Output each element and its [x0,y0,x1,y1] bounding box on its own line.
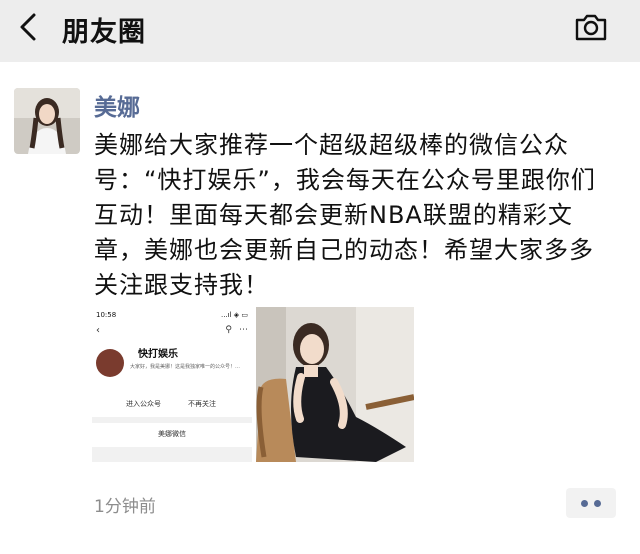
moment-post-card: 美娜 美娜给大家推荐一个超级超级棒的微信公众号：“快打娱乐”，我会每天在公众号里… [0,62,640,554]
mini-search-icon: ⚲ [225,325,232,335]
mini-account-name: 快打娱乐 [138,349,178,360]
post-text: 美娜给大家推荐一个超级超级棒的微信公众号：“快打娱乐”，我会每天在公众号里跟你们… [94,131,596,299]
mini-account-avatar [96,349,124,377]
camera-icon[interactable] [574,12,608,42]
mini-account-description: 大家好，我是美娜！这是我独家唯一的公众号！… [130,364,241,370]
page-title: 朋友圈 [62,17,146,48]
mini-divider [92,447,252,462]
mini-wechat-label: 美娜微信 [158,430,186,438]
post-image-photo[interactable] [256,307,414,462]
mini-enter-button: 进入公众号 [126,400,161,408]
mini-status-icons: ...ıl ◈ ▭ [220,311,248,319]
mini-unfollow-button: 不再关注 [188,400,216,408]
mini-divider [92,417,252,423]
more-actions-button[interactable] [566,488,616,518]
back-arrow-icon[interactable] [14,10,44,44]
mini-status-time: 10:58 [96,311,117,319]
post-image-screenshot[interactable]: 10:58 ...ıl ◈ ▭ ‹ ⚲ ⋯ 快打娱乐 大家好，我是美娜！这是我独… [92,307,252,462]
author-avatar[interactable] [14,88,80,154]
post-timestamp: 1分钟前 [94,497,156,517]
author-name[interactable]: 美娜 [94,88,140,122]
mini-back-icon: ‹ [96,325,100,336]
more-dot-icon [581,500,588,507]
top-nav-bar: 朋友圈 [0,0,640,54]
more-dot-icon [594,500,601,507]
mini-more-icon: ⋯ [239,325,248,335]
